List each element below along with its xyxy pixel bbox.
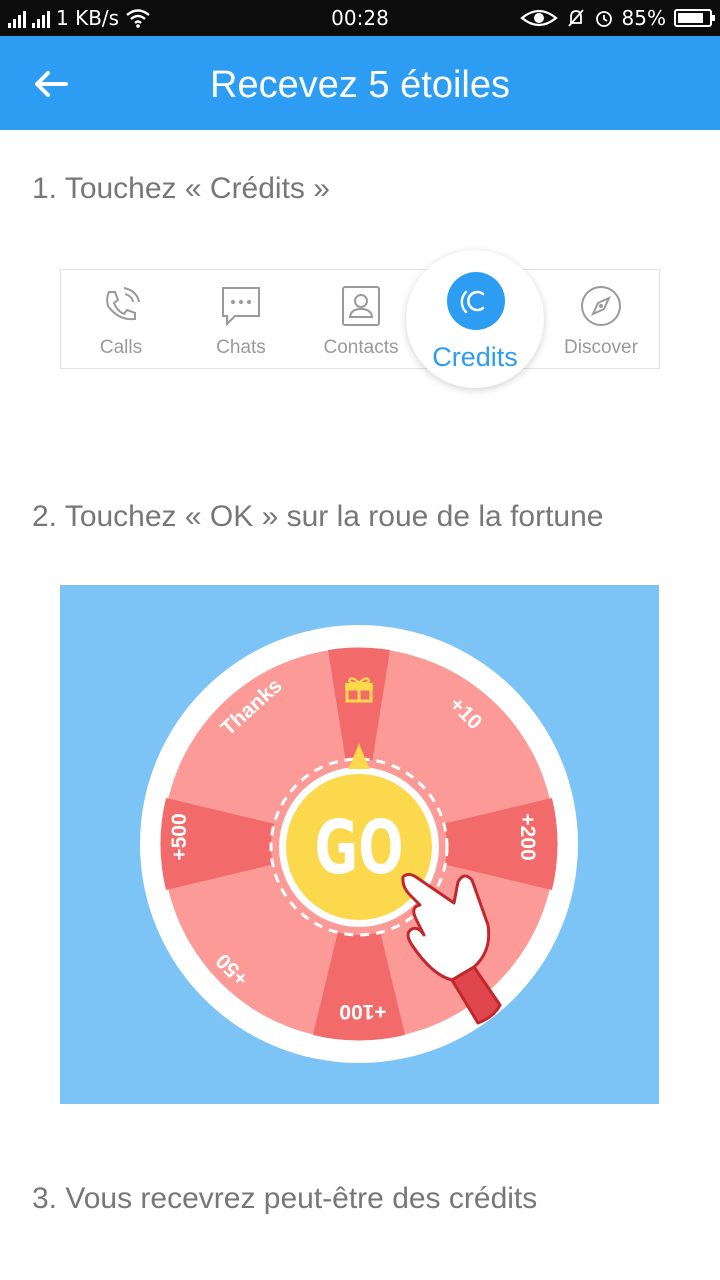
tab-chats: Chats: [181, 270, 301, 368]
app-bar: Recevez 5 étoiles: [0, 36, 720, 130]
contact-card-icon: [342, 286, 380, 326]
fortune-wheel-illustration: Thanks +10 +200 +100 +50 +500 GO: [60, 585, 659, 1104]
segment-plus100: +100: [339, 1000, 386, 1023]
credits-icon: [447, 272, 505, 330]
page-title: Recevez 5 étoiles: [210, 64, 510, 106]
signal-icon-2: [32, 8, 50, 28]
network-speed: 1 KB/s: [56, 6, 120, 30]
step-2-text: 2. Touchez « OK » sur la roue de la fort…: [32, 500, 604, 533]
tab-discover: Discover: [541, 270, 661, 368]
tab-chats-label: Chats: [216, 337, 266, 358]
tab-credits-label: Credits: [432, 342, 518, 372]
alarm-icon: [595, 11, 612, 27]
tab-calls-label: Calls: [99, 337, 143, 358]
tab-contacts-label: Contacts: [323, 337, 399, 358]
fortune-wheel: Thanks +10 +200 +100 +50 +500 GO: [140, 625, 578, 1063]
bell-muted-icon: [567, 9, 584, 27]
tab-bar-illustration: Calls Chats Contacts Discover: [60, 269, 660, 369]
segment-plus200: +200: [516, 813, 539, 860]
phone-icon: [106, 287, 140, 321]
status-bar: 1 KB/s 00:28 85%: [0, 0, 720, 36]
signal-icon: [8, 8, 26, 28]
tab-calls: Calls: [61, 270, 181, 368]
step-3-text: 3. Vous recevrez peut-être des crédits: [32, 1182, 538, 1215]
tab-contacts: Contacts: [301, 270, 421, 368]
tab-credits: Credits: [406, 250, 544, 388]
compass-icon: [581, 286, 621, 326]
go-label: GO: [314, 805, 403, 891]
eye-icon: [519, 9, 558, 27]
battery-percent: 85%: [621, 6, 666, 30]
wifi-icon: [126, 9, 150, 28]
tab-discover-label: Discover: [564, 337, 638, 358]
battery-icon: [674, 9, 715, 27]
segment-plus500: +500: [168, 813, 191, 860]
chat-icon: [222, 287, 260, 327]
step-1-text: 1. Touchez « Crédits »: [32, 172, 330, 205]
